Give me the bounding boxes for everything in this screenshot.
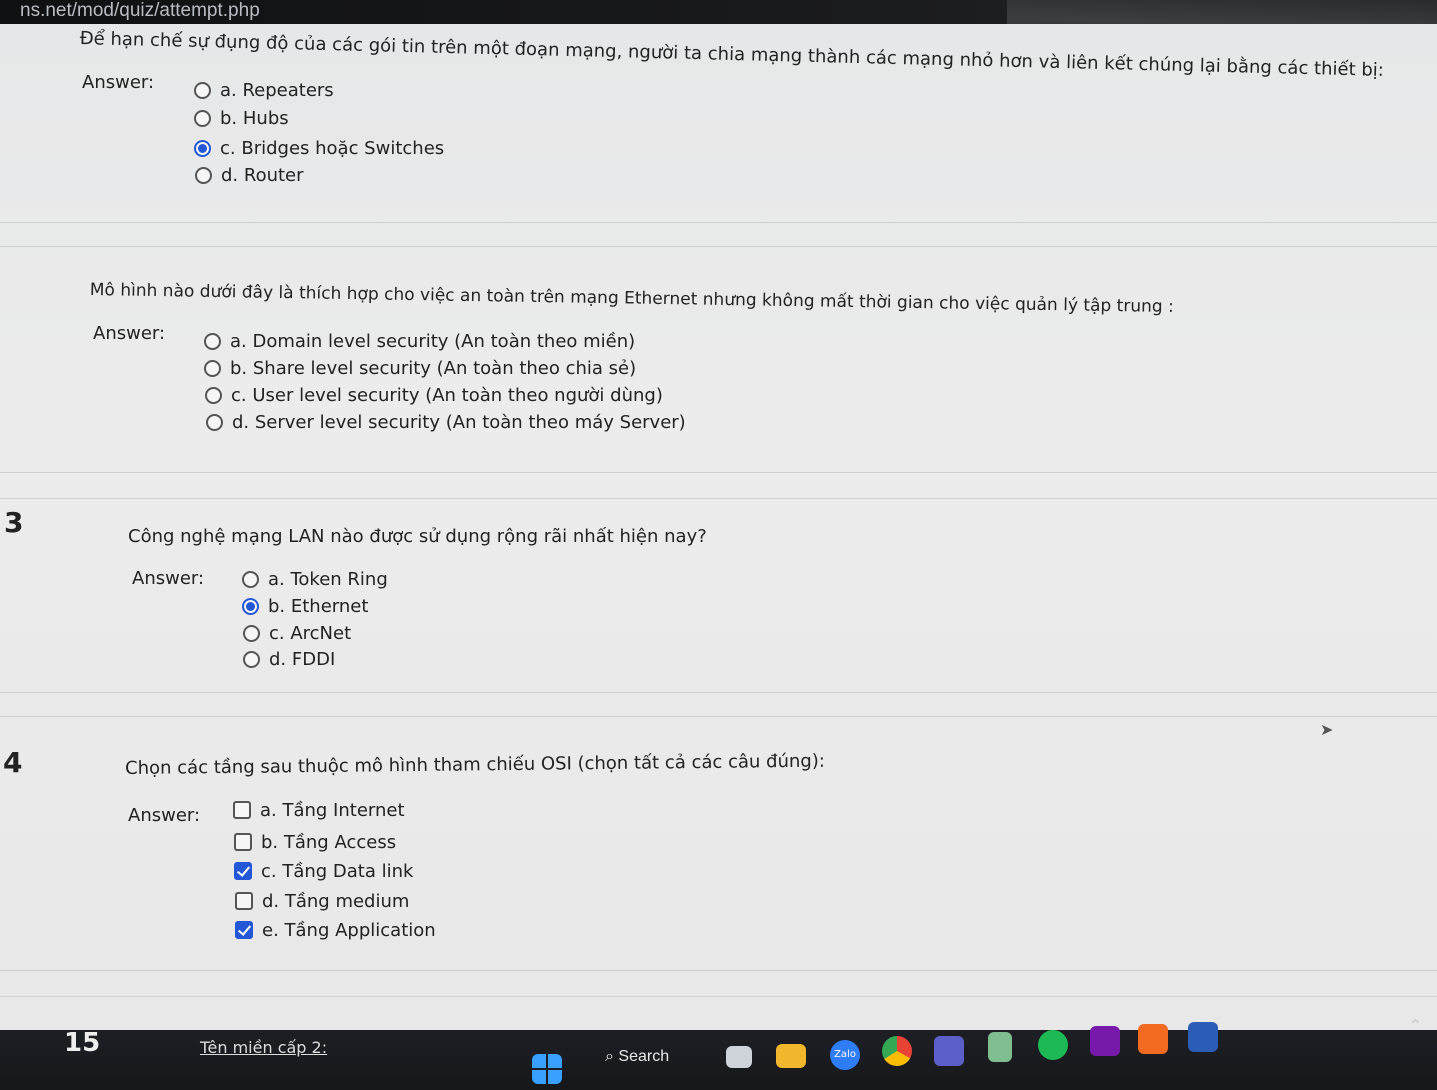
q2-option-b[interactable]: b. Share level security (An toàn theo ch…	[204, 358, 636, 379]
divider	[0, 716, 1437, 717]
question-number: 3	[4, 506, 24, 539]
radio-button[interactable]	[194, 110, 211, 127]
q3-option-a[interactable]: a. Token Ring	[242, 569, 388, 590]
q1-option-a[interactable]: a. Repeaters	[194, 80, 334, 101]
answer-label: Answer:	[93, 323, 166, 344]
chevron-up-icon[interactable]: ⌃	[1408, 1016, 1423, 1037]
checkbox-checked[interactable]	[235, 921, 253, 939]
mouse-cursor-icon: ➤	[1320, 720, 1334, 739]
checkbox[interactable]	[235, 892, 253, 910]
q1-option-d[interactable]: d. Router	[195, 165, 304, 186]
divider	[0, 472, 1437, 473]
url-text[interactable]: ns.net/mod/quiz/attempt.php	[20, 0, 260, 22]
chrome-icon[interactable]	[882, 1036, 912, 1066]
radio-button[interactable]	[205, 387, 222, 404]
divider	[0, 222, 1437, 223]
divider	[0, 498, 1437, 499]
q4-option-a[interactable]: a. Tầng Internet	[233, 800, 405, 821]
spotify-icon[interactable]	[1038, 1030, 1068, 1060]
radio-button[interactable]	[204, 360, 221, 377]
question-number: 4	[3, 746, 23, 779]
divider	[0, 246, 1437, 247]
teams-icon[interactable]	[934, 1036, 964, 1066]
radio-button[interactable]	[243, 651, 260, 668]
q3-option-d[interactable]: d. FDDI	[243, 649, 335, 670]
search-label: Search	[618, 1048, 670, 1065]
checkbox[interactable]	[233, 801, 251, 819]
checkbox[interactable]	[234, 833, 252, 851]
q2-option-d[interactable]: d. Server level security (An toàn theo m…	[206, 412, 686, 433]
radio-button[interactable]	[204, 333, 221, 350]
answer-label: Answer:	[132, 568, 205, 589]
q4-option-b[interactable]: b. Tầng Access	[234, 832, 396, 853]
windows-start-icon[interactable]	[532, 1054, 562, 1084]
q2-option-c[interactable]: c. User level security (An toàn theo ngư…	[205, 385, 663, 406]
search-icon: ⌕	[605, 1048, 614, 1065]
divider	[0, 692, 1437, 693]
notepad-icon[interactable]	[988, 1032, 1012, 1062]
taskbar-search-button[interactable]: ⌕ Search	[605, 1048, 669, 1066]
radio-button[interactable]	[243, 625, 260, 642]
zalo-icon[interactable]: Zalo	[830, 1040, 860, 1070]
onenote-icon[interactable]	[1090, 1026, 1120, 1056]
answer-label: Answer:	[128, 805, 201, 826]
word-icon[interactable]	[1188, 1022, 1218, 1052]
divider	[0, 970, 1437, 971]
radio-button-selected[interactable]	[242, 598, 259, 615]
answer-label: Answer:	[82, 72, 155, 93]
question-number: 15	[64, 1028, 101, 1058]
q2-option-a[interactable]: a. Domain level security (An toàn theo m…	[204, 331, 635, 352]
radio-button-selected[interactable]	[194, 140, 211, 157]
question-4-text: Chọn các tầng sau thuộc mô hình tham chi…	[125, 750, 825, 779]
question-1-text: Để hạn chế sự đụng độ của các gói tin tr…	[79, 28, 1385, 81]
question-3-text: Công nghệ mạng LAN nào được sử dụng rộng…	[128, 526, 707, 547]
q4-option-c[interactable]: c. Tầng Data link	[234, 861, 413, 882]
q3-option-b[interactable]: b. Ethernet	[242, 596, 368, 617]
q1-option-b[interactable]: b. Hubs	[194, 108, 289, 129]
file-manager-icon[interactable]	[726, 1046, 752, 1068]
quiz-page: Để hạn chế sự đụng độ của các gói tin tr…	[0, 24, 1437, 1034]
q4-option-e[interactable]: e. Tầng Application	[235, 920, 436, 941]
checkbox-checked[interactable]	[234, 862, 252, 880]
question-2-text: Mô hình nào dưới đây là thích hợp cho vi…	[89, 280, 1174, 318]
q1-option-c[interactable]: c. Bridges hoặc Switches	[194, 138, 444, 159]
radio-button[interactable]	[206, 414, 223, 431]
q4-option-d[interactable]: d. Tầng medium	[235, 891, 409, 912]
radio-button[interactable]	[242, 571, 259, 588]
app-g-icon[interactable]	[1138, 1024, 1168, 1054]
divider	[0, 996, 1437, 997]
folder-icon[interactable]	[776, 1044, 806, 1068]
question-15-text: Tên miền cấp 2:	[200, 1038, 328, 1057]
q3-option-c[interactable]: c. ArcNet	[243, 623, 351, 644]
radio-button[interactable]	[195, 167, 212, 184]
radio-button[interactable]	[194, 82, 211, 99]
